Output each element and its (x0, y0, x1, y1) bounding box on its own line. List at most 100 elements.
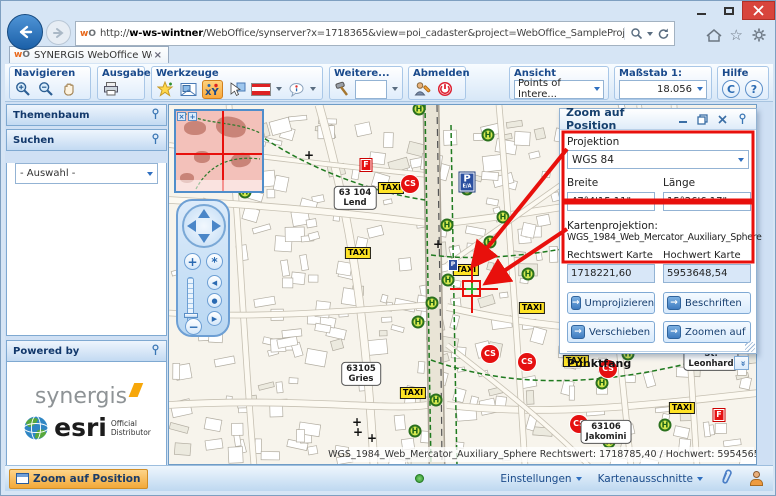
pan-west-icon[interactable] (187, 220, 196, 232)
forward-button[interactable] (46, 20, 71, 45)
sidebar-panel-suchen[interactable]: Suchen (6, 129, 167, 151)
dialog-close-icon[interactable] (715, 113, 730, 126)
print-icon[interactable] (102, 80, 120, 98)
zoom-in-button[interactable]: + (184, 253, 201, 270)
taxi-marker[interactable]: TAXI (400, 387, 426, 399)
verschieben-button[interactable]: →Verschieben (567, 321, 655, 343)
massstab-select[interactable]: 18.056 (619, 80, 707, 99)
ansicht-select[interactable]: Points of Intere... (514, 80, 604, 99)
bus-stop-marker[interactable]: H (497, 211, 510, 224)
zoomen-auf-button[interactable]: →Zoomen auf (663, 321, 751, 343)
pin-icon[interactable] (151, 133, 160, 148)
user-avatar[interactable] (750, 471, 763, 486)
taxi-marker[interactable]: TAXI (345, 247, 371, 259)
einstellungen-menu[interactable]: Einstellungen (500, 473, 581, 485)
weitere-select-caret[interactable] (392, 87, 398, 94)
pan-east-icon[interactable] (212, 220, 221, 232)
zoom-in-icon[interactable] (14, 80, 32, 98)
back-button[interactable] (7, 14, 43, 50)
taxi-marker[interactable]: TAXI (519, 302, 545, 314)
address-bar[interactable]: wO http://w-ws-wintner/WebOffice/synserv… (75, 21, 675, 46)
overview-close-icon[interactable]: × (177, 112, 186, 121)
bus-stop-marker[interactable]: H (441, 219, 454, 232)
pan-south-icon[interactable] (198, 234, 210, 243)
send-map-icon[interactable] (179, 80, 197, 98)
dialog-minimize-icon[interactable] (675, 113, 690, 126)
cs-marker[interactable]: CS (481, 345, 499, 363)
bus-stop-marker[interactable]: H (484, 236, 497, 249)
zoom-out-icon[interactable] (37, 80, 55, 98)
punktfang-expand-button[interactable]: » (734, 356, 749, 370)
sidebar-panel-powered-by[interactable]: Powered by (6, 340, 167, 362)
select-tool-icon[interactable] (228, 80, 246, 98)
info-dropdown-caret[interactable] (310, 87, 316, 94)
dialog-pin-icon[interactable] (735, 113, 750, 126)
close-button[interactable] (742, 1, 775, 20)
maximize-button[interactable] (715, 1, 742, 20)
pan-compass[interactable] (182, 204, 226, 248)
taxi-marker[interactable]: TAXI (669, 402, 695, 414)
task-zoom-auf-position[interactable]: Zoom auf Position (9, 469, 148, 489)
paperclip-icon[interactable] (717, 467, 737, 490)
bus-stop-marker[interactable]: H (430, 394, 443, 407)
f-marker[interactable]: F (714, 409, 725, 421)
hochwert-input[interactable] (663, 264, 751, 283)
favorites-star-icon[interactable]: ☆ (730, 28, 743, 43)
parking-marker-small[interactable]: P (448, 259, 458, 271)
search-dropdown-caret[interactable] (647, 32, 653, 39)
center-button[interactable]: ● (207, 293, 222, 308)
pan-north-icon[interactable] (198, 209, 210, 218)
previous-extent-button[interactable]: ◀ (207, 275, 222, 290)
browser-tab[interactable]: wO SYNERGIS WebOffice Web... × (9, 46, 169, 63)
bus-stop-marker[interactable]: H (412, 316, 425, 329)
pin-icon[interactable] (151, 108, 160, 123)
weitere-select[interactable] (355, 80, 387, 99)
f-marker[interactable]: F (361, 159, 372, 171)
sidebar-panel-themenbaum[interactable]: Themenbaum (6, 104, 167, 126)
next-extent-button[interactable]: ▶ (207, 311, 222, 326)
bus-stop-marker[interactable]: H (659, 419, 672, 432)
cs-marker[interactable]: CS (518, 353, 536, 371)
refresh-icon[interactable] (657, 27, 670, 40)
rechtswert-input[interactable] (567, 264, 655, 283)
dialog-restore-icon[interactable] (695, 113, 710, 126)
bus-stop-marker[interactable]: H (596, 377, 609, 390)
pan-hand-icon[interactable] (60, 80, 78, 98)
bus-stop-marker[interactable]: H (426, 297, 439, 310)
dialog-resize-grip[interactable] (745, 342, 755, 352)
auswahl-select[interactable]: - Auswahl - (15, 163, 158, 184)
dialog-header[interactable]: Zoom auf Position (560, 109, 756, 130)
breite-input[interactable] (567, 192, 655, 211)
search-icon[interactable] (630, 27, 643, 40)
logout-power-icon[interactable] (436, 80, 454, 98)
help-button[interactable]: ? (745, 80, 763, 98)
zoom-auf-position-tool-icon[interactable]: xY (202, 80, 223, 99)
flag-dropdown-caret[interactable] (276, 87, 282, 94)
add-favorite-star-icon[interactable] (156, 80, 174, 98)
umprojizieren-button[interactable]: →Umprojizieren (567, 292, 655, 314)
parking-marker[interactable]: PE/A (460, 173, 475, 192)
url-text[interactable]: http://w-ws-wintner/WebOffice/synserver?… (100, 28, 624, 39)
context-help-button[interactable]: C (722, 80, 740, 98)
info-balloon-icon[interactable] (287, 80, 305, 98)
projektion-select[interactable]: WGS 84 (567, 150, 749, 169)
home-icon[interactable] (706, 28, 722, 43)
flag-tool-icon[interactable] (251, 83, 271, 96)
hammer-icon[interactable] (334, 80, 350, 98)
bus-stop-marker[interactable]: H (409, 425, 422, 438)
zoom-out-button[interactable]: − (185, 318, 202, 335)
laenge-input[interactable] (663, 192, 751, 211)
bus-stop-marker[interactable]: H (482, 129, 495, 142)
cs-marker[interactable]: CS (401, 175, 419, 193)
tab-close-icon[interactable]: × (152, 50, 164, 61)
gear-icon[interactable] (751, 27, 767, 43)
overview-move-icon[interactable]: + (188, 112, 197, 121)
full-extent-button[interactable]: * (206, 253, 223, 270)
minimize-button[interactable] (688, 1, 715, 20)
bus-stop-marker[interactable]: H (522, 268, 535, 281)
zoom-slider[interactable] (187, 277, 194, 323)
user-edit-icon[interactable] (413, 80, 431, 98)
overview-map[interactable]: × + (174, 109, 264, 193)
kartenausschnitte-menu[interactable]: Kartenausschnitte (598, 473, 703, 485)
beschriften-button[interactable]: →Beschriften (663, 292, 751, 314)
